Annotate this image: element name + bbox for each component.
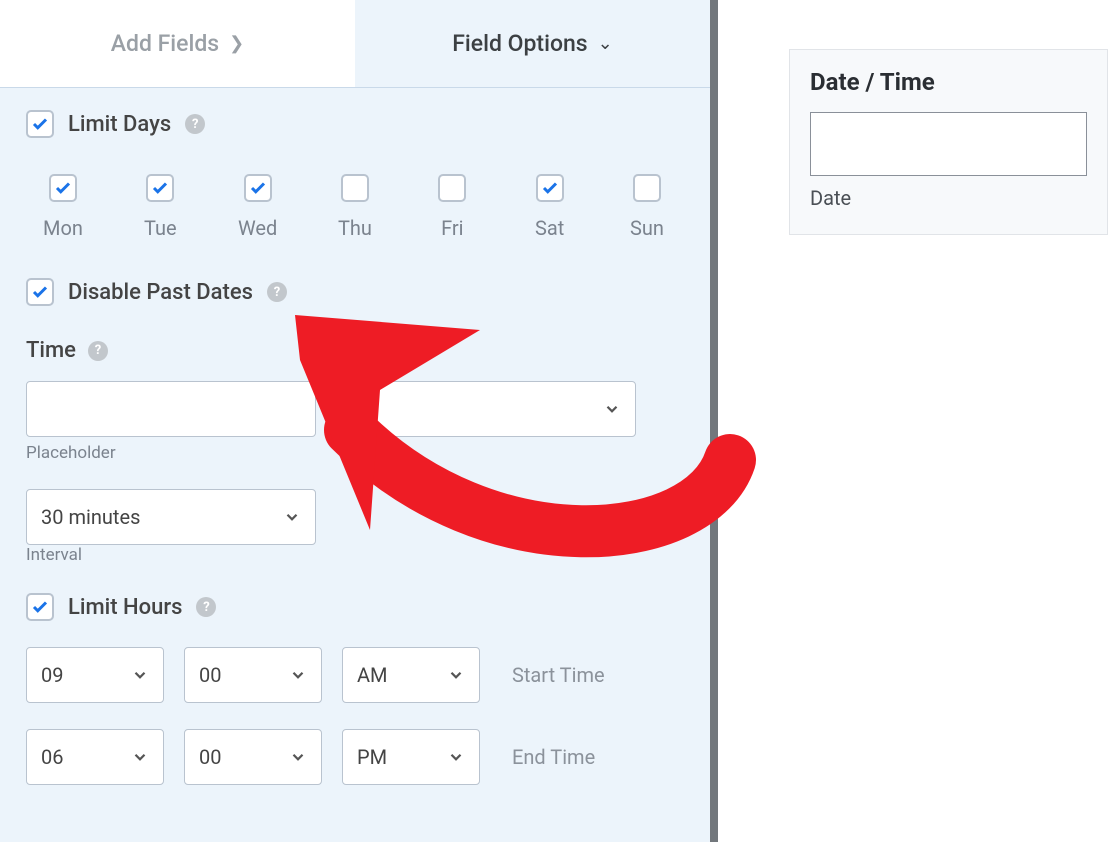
time-label: Time [26, 338, 76, 363]
end-hour-select[interactable]: 06 [26, 729, 164, 785]
day-checkbox-fri[interactable] [438, 174, 466, 202]
help-icon[interactable]: ? [88, 341, 108, 361]
time-format-select[interactable] [346, 381, 636, 437]
time-row: Placeholder mat [26, 381, 684, 463]
day-label: Fri [441, 216, 463, 240]
limit-days-row: Limit Days ? [26, 110, 684, 138]
day-checkbox-wed[interactable] [244, 174, 272, 202]
tabs: Add Fields ❯ Field Options ⌄ [0, 0, 710, 88]
interval-select[interactable]: 30 minutes [26, 489, 316, 545]
disable-past-row: Disable Past Dates ? [26, 278, 684, 306]
day-label: Tue [144, 216, 177, 240]
field-preview-card: Date / Time Date [789, 49, 1108, 235]
tab-field-options-label: Field Options [452, 30, 587, 57]
preview-title: Date / Time [810, 68, 1087, 96]
disable-past-checkbox[interactable] [26, 278, 54, 306]
chevron-down-icon: ⌄ [598, 33, 613, 54]
day-checkbox-sun[interactable] [633, 174, 661, 202]
interval-sublabel: Interval [26, 545, 82, 565]
day-label: Mon [43, 216, 83, 240]
interval-block: 30 minutes Interval [26, 489, 316, 565]
day-label: Wed [238, 216, 277, 240]
day-label: Sat [535, 216, 564, 240]
day-checkbox-sat[interactable] [536, 174, 564, 202]
day-checkbox-tue[interactable] [146, 174, 174, 202]
limit-hours-checkbox[interactable] [26, 593, 54, 621]
start-min-value: 00 [199, 663, 221, 687]
options-content: Limit Days ? Mon Tue Wed Thu Fri Sat Sun Disab… [0, 88, 710, 785]
date-label: Date [810, 186, 1087, 210]
check-icon [31, 115, 49, 133]
tab-add-fields-label: Add Fields [111, 30, 219, 57]
format-sublabel: mat [346, 443, 636, 463]
help-icon[interactable]: ? [196, 597, 216, 617]
placeholder-sublabel: Placeholder [26, 443, 316, 463]
end-ampm-value: PM [357, 745, 387, 769]
disable-past-label: Disable Past Dates [68, 280, 253, 305]
check-icon [31, 598, 49, 616]
chevron-down-icon [131, 666, 149, 684]
day-sun: Sun [612, 174, 682, 240]
start-ampm-value: AM [357, 663, 388, 687]
check-icon [249, 179, 267, 197]
limit-days-checkbox[interactable] [26, 110, 54, 138]
end-time-label: End Time [512, 745, 595, 769]
end-time-row: 06 00 PM End Time [26, 729, 684, 785]
chevron-down-icon [289, 666, 307, 684]
start-ampm-select[interactable]: AM [342, 647, 480, 703]
start-hour-select[interactable]: 09 [26, 647, 164, 703]
limit-hours-label: Limit Hours [68, 595, 182, 620]
start-time-label: Start Time [512, 663, 605, 687]
panel-divider [710, 0, 718, 842]
start-min-select[interactable]: 00 [184, 647, 322, 703]
day-sat: Sat [515, 174, 585, 240]
help-icon[interactable]: ? [185, 114, 205, 134]
check-icon [54, 179, 72, 197]
chevron-down-icon [131, 748, 149, 766]
day-thu: Thu [320, 174, 390, 240]
chevron-down-icon [447, 666, 465, 684]
day-label: Thu [338, 216, 372, 240]
check-icon [151, 179, 169, 197]
day-tue: Tue [125, 174, 195, 240]
end-min-value: 00 [199, 745, 221, 769]
tab-field-options[interactable]: Field Options ⌄ [355, 0, 710, 87]
start-hour-value: 09 [41, 663, 63, 687]
chevron-down-icon [283, 508, 301, 526]
field-options-panel: Add Fields ❯ Field Options ⌄ Limit Days … [0, 0, 710, 842]
day-checkbox-thu[interactable] [341, 174, 369, 202]
chevron-down-icon [603, 400, 621, 418]
time-section: Time ? [26, 338, 684, 363]
end-ampm-select[interactable]: PM [342, 729, 480, 785]
day-checkbox-mon[interactable] [49, 174, 77, 202]
interval-value: 30 minutes [41, 505, 140, 529]
day-wed: Wed [223, 174, 293, 240]
check-icon [541, 179, 559, 197]
end-hour-value: 06 [41, 745, 63, 769]
limit-hours-row: Limit Hours ? [26, 593, 684, 621]
check-icon [31, 283, 49, 301]
day-mon: Mon [28, 174, 98, 240]
date-input[interactable] [810, 112, 1087, 176]
chevron-down-icon [447, 748, 465, 766]
time-placeholder-input[interactable] [26, 381, 316, 437]
limit-days-label: Limit Days [68, 112, 171, 137]
chevron-right-icon: ❯ [229, 33, 244, 54]
tab-add-fields[interactable]: Add Fields ❯ [0, 0, 355, 87]
day-label: Sun [630, 216, 664, 240]
chevron-down-icon [289, 748, 307, 766]
days-grid: Mon Tue Wed Thu Fri Sat Sun [26, 150, 684, 268]
day-fri: Fri [417, 174, 487, 240]
end-min-select[interactable]: 00 [184, 729, 322, 785]
start-time-row: 09 00 AM Start Time [26, 647, 684, 703]
help-icon[interactable]: ? [267, 282, 287, 302]
